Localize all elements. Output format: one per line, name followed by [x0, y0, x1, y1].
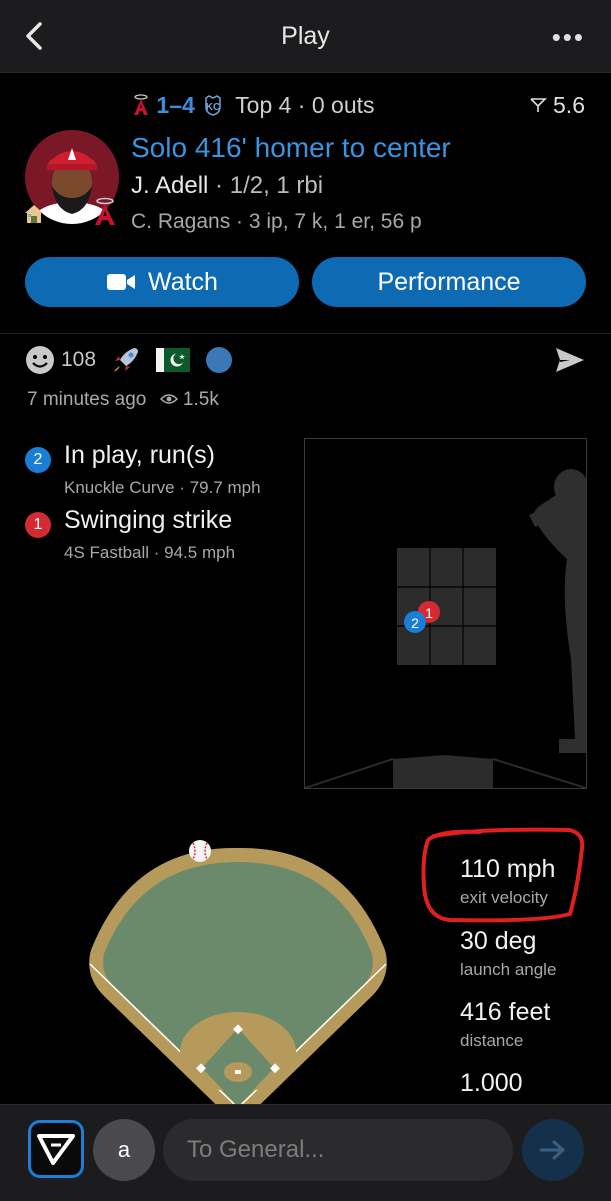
post-meta: 7 minutes ago 1.5k [27, 389, 219, 411]
pitch-number-badge: 1 [25, 512, 51, 538]
play-headline[interactable]: Solo 416' homer to center [131, 132, 451, 164]
pitch-marker-2[interactable]: 2 [404, 611, 426, 633]
pitch-detail: 4S Fastball · 94.5 mph [64, 543, 236, 562]
more-options-icon[interactable]: ••• [552, 22, 585, 53]
angels-logo-icon [134, 94, 148, 115]
rocket-icon[interactable] [110, 344, 142, 376]
app-logo-icon [37, 1134, 75, 1165]
royals-logo-icon: KC [205, 95, 221, 116]
smiley-reaction[interactable]: 108 [25, 345, 96, 375]
spray-chart-field [89, 840, 387, 1104]
strike-zone-graphic: 1 2 [305, 469, 586, 788]
svg-text:KC: KC [206, 102, 220, 113]
reactions-row: 108 [25, 344, 234, 376]
blue-circle-icon[interactable] [204, 345, 234, 375]
post-time: 7 minutes ago [27, 389, 147, 410]
pakistan-flag-icon[interactable] [156, 348, 191, 372]
smiley-icon [26, 346, 54, 374]
game-line: 1–4 KC Top 4 · 0 outs [132, 92, 375, 119]
home-team-icon [23, 203, 45, 230]
user-avatar-button[interactable]: a [93, 1119, 155, 1181]
away-score: 1 [156, 92, 170, 118]
performance-button[interactable]: Performance [312, 257, 586, 307]
divider [0, 333, 611, 334]
batter-name[interactable]: J. Adell [131, 172, 208, 199]
home-plate [305, 755, 586, 788]
watch-button[interactable]: Watch [25, 257, 299, 307]
send-button[interactable] [522, 1119, 584, 1181]
video-camera-icon [107, 274, 136, 290]
svg-text:1: 1 [425, 605, 433, 621]
top-bar: Play ••• [0, 0, 611, 73]
view-count: 1.5k [182, 389, 219, 410]
distance-stat: 416 feet distance [460, 998, 551, 1050]
speed-indicator: 5.6 [529, 92, 585, 119]
strike-zone-panel: 1 2 [304, 438, 587, 789]
svg-text:2: 2 [411, 615, 419, 631]
pitch-result: In play, run(s) [64, 441, 215, 469]
strike-zone-grid [397, 548, 496, 665]
batting-average-stat: 1.000 [460, 1069, 523, 1097]
pitch-result: Swinging strike [64, 506, 233, 534]
page-title: Play [281, 22, 330, 50]
app-logo-button[interactable] [28, 1120, 84, 1178]
baseball-icon[interactable] [189, 840, 211, 862]
message-input[interactable] [163, 1119, 513, 1181]
exit-velocity-stat: 110 mph exit velocity [460, 855, 556, 907]
pitch-number-badge: 2 [25, 447, 51, 473]
pitch-detail: Knuckle Curve · 79.7 mph [64, 478, 261, 497]
reaction-count: 108 [61, 348, 97, 371]
pitcher-line: C. Ragans · 3 ip, 7 k, 1 er, 56 p [131, 210, 422, 233]
send-arrow-icon [539, 1140, 565, 1160]
pennant-icon [530, 98, 547, 112]
share-send-icon[interactable] [554, 346, 586, 374]
launch-angle-stat: 30 deg launch angle [460, 927, 557, 979]
batter-line: J. Adell · 1/2, 1 rbi [131, 172, 323, 200]
home-score: 4 [181, 92, 195, 118]
eye-icon [159, 394, 178, 404]
batter-stats: · 1/2, 1 rbi [208, 172, 324, 199]
inning-status: Top 4 · 0 outs [235, 92, 375, 118]
angels-badge-icon [93, 197, 117, 232]
batter-silhouette [529, 469, 586, 753]
